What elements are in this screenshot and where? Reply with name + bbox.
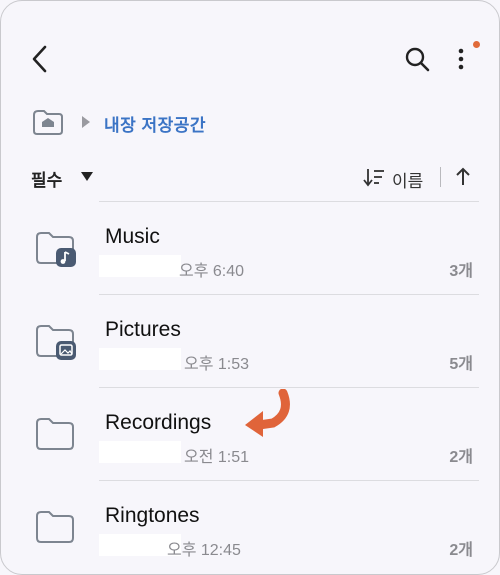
folder-time: 오후 12:45 (167, 542, 241, 559)
search-icon (405, 47, 430, 72)
row-divider (99, 480, 479, 481)
folder-count: 5개 (449, 356, 473, 373)
redacted-area (99, 441, 181, 463)
sort-label[interactable]: 이름 (392, 167, 423, 192)
folder-row-music[interactable]: Music 오후 6:40 3개 (1, 201, 499, 293)
sort-button[interactable] (363, 167, 385, 187)
row-divider (99, 387, 479, 388)
row-divider (99, 294, 479, 295)
filter-dropdown[interactable]: 필수 (31, 163, 151, 191)
sort-order-button[interactable] (451, 165, 475, 189)
breadcrumb: 내장 저장공간 (31, 107, 331, 137)
filter-label: 필수 (31, 171, 63, 190)
notification-dot (473, 41, 480, 48)
folder-name: Music (105, 225, 160, 248)
folder-music-icon (36, 232, 76, 267)
folder-name: Pictures (105, 318, 181, 341)
folder-count: 2개 (449, 542, 473, 559)
redacted-area (99, 255, 181, 277)
caret-down-icon (81, 172, 93, 181)
sort-controls: 이름 (363, 161, 483, 193)
folder-name: Recordings (105, 411, 212, 434)
row-divider (99, 201, 479, 202)
annotation-arrow-icon (245, 389, 290, 437)
folder-icon (36, 511, 74, 543)
home-button[interactable] (31, 107, 65, 137)
folder-pictures-icon (36, 325, 76, 360)
search-button[interactable] (399, 41, 435, 77)
folder-count: 2개 (449, 449, 473, 466)
folder-time: 오전 1:51 (184, 449, 250, 466)
breadcrumb-current[interactable]: 내장 저장공간 (104, 111, 206, 136)
chevron-left-icon (32, 45, 47, 73)
home-folder-icon (33, 110, 63, 135)
folder-row-ringtones[interactable]: Ringtones 오후 12:45 2개 (1, 480, 499, 572)
divider (440, 167, 441, 187)
folder-count: 3개 (449, 263, 473, 280)
phone-screen: 내장 저장공간 필수 이름 Music 오후 6:40 3개 Pictures … (0, 0, 500, 575)
folder-time: 오후 1:53 (184, 356, 250, 373)
back-button[interactable] (23, 41, 59, 77)
folder-time: 오후 6:40 (179, 263, 245, 280)
arrow-up-icon (456, 167, 470, 185)
sort-icon (363, 169, 384, 187)
folder-row-pictures[interactable]: Pictures 오후 1:53 5개 (1, 294, 499, 386)
folder-icon (36, 418, 74, 450)
redacted-area (99, 348, 181, 370)
folder-name: Ringtones (105, 504, 200, 527)
chevron-right-icon (81, 115, 91, 129)
